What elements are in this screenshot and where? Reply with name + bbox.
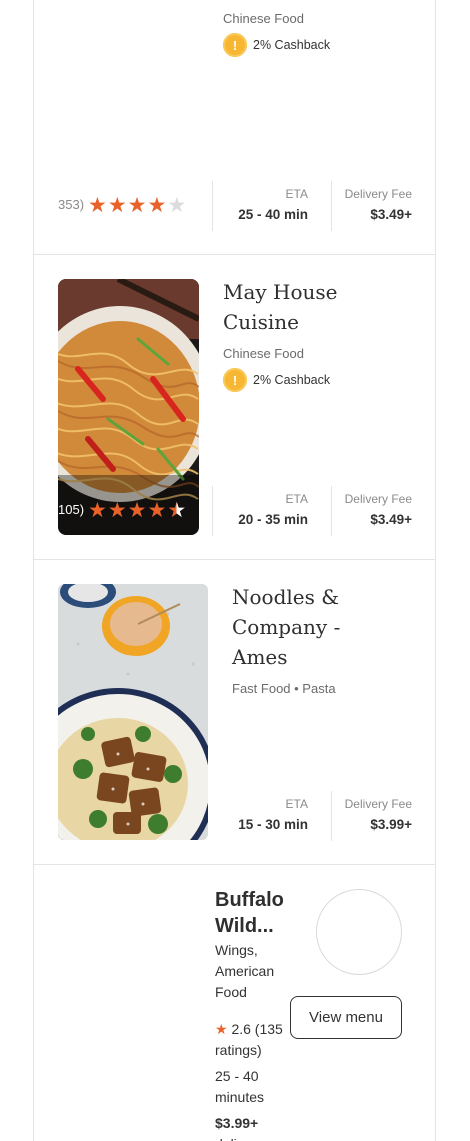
view-menu-button[interactable]: View menu [290,996,402,1039]
eta-label: ETA [285,492,308,506]
eta-value: 25 - 40 min [238,207,308,222]
eta: ETA 15 - 30 min [224,797,308,832]
star-icon: ★ [215,1021,228,1037]
cuisine-label: Wings, American Food [215,942,275,1000]
restaurant-card[interactable]: Noodles & Company - Ames Fast Food • Pas… [34,560,435,865]
star-icon: ★ [88,193,107,217]
stats-row: 353) ★ ★ ★ ★ ★ ETA 25 - 40 min Delivery … [34,181,435,231]
star-icon: ★ [88,498,107,522]
restaurant-card[interactable]: Buffalo Wild... Wings, American Food ★ 2… [34,865,435,1141]
divider [212,486,213,536]
delivery-fee-value: $3.99+ [370,817,412,832]
star-empty-icon: ★ [167,193,187,217]
cashback-badge: ! 2% Cashback [223,33,330,57]
cashback-label: 2% Cashback [253,38,331,52]
restaurant-name[interactable]: Buffalo Wild... [215,887,315,939]
cashback-badge: ! 2% Cashback [223,368,330,392]
delivery-fee-label: Delivery Fee [344,797,412,811]
star-icon: ★ [147,498,167,522]
eta: 25 - 40 minutes [215,1068,265,1105]
star-half-icon: ★ [167,498,187,522]
star-rating: ★ ★ ★ ★ ★ [88,194,186,216]
divider [331,486,332,536]
star-icon: ★ [147,193,167,217]
rating: 105) ★ ★ ★ ★ ★ [34,486,212,536]
coin-icon: ! [223,33,247,57]
eta-value: 20 - 35 min [238,512,308,527]
coin-icon: ! [223,368,247,392]
restaurant-logo [316,889,402,975]
divider [331,181,332,231]
star-rating: ★ ★ ★ ★ ★ [88,499,186,521]
rating: 353) ★ ★ ★ ★ ★ [34,181,212,231]
stats-row: 105) ★ ★ ★ ★ ★ ETA 20 - 35 min Delivery … [34,486,435,536]
delivery-fee-value: $3.49+ [370,207,412,222]
eta: ETA 20 - 35 min [224,492,308,527]
restaurant-card[interactable]: Chinese Food ! 2% Cashback 353) ★ ★ ★ ★ … [34,0,435,255]
eta-label: ETA [285,797,308,811]
star-icon: ★ [127,498,147,522]
delivery-fee-label: Delivery Fee [344,492,412,506]
eta-value: 15 - 30 min [238,817,308,832]
eta: ETA 25 - 40 min [224,187,308,222]
cuisine-label: Fast Food • Pasta [232,681,336,696]
restaurant-list: Chinese Food ! 2% Cashback 353) ★ ★ ★ ★ … [33,0,436,1141]
delivery-fee-value: $3.49+ [370,512,412,527]
cuisine-label: Chinese Food [223,346,304,361]
restaurant-card[interactable]: May House Cuisine Chinese Food ! 2% Cash… [34,255,435,560]
delivery-fee: Delivery Fee $3.49+ [334,492,412,527]
delivery-fee: $3.99+ delivery [215,1115,263,1141]
delivery-fee: Delivery Fee $3.99+ [334,797,412,832]
star-icon: ★ [107,193,127,217]
cashback-label: 2% Cashback [253,373,331,387]
restaurant-name[interactable]: May House Cuisine [223,277,338,337]
cuisine-label: Chinese Food [223,11,304,26]
delivery-fee: Delivery Fee $3.49+ [334,187,412,222]
delivery-fee-label: Delivery Fee [344,187,412,201]
star-icon: ★ [107,498,127,522]
divider [212,181,213,231]
restaurant-name[interactable]: Noodles & Company - Ames [232,582,340,672]
rating-count: 105) [58,502,85,517]
divider [331,791,332,841]
rating-count: 353) [58,197,85,212]
star-icon: ★ [127,193,147,217]
eta-label: ETA [285,187,308,201]
stats-row: ETA 15 - 30 min Delivery Fee $3.99+ [34,791,435,841]
